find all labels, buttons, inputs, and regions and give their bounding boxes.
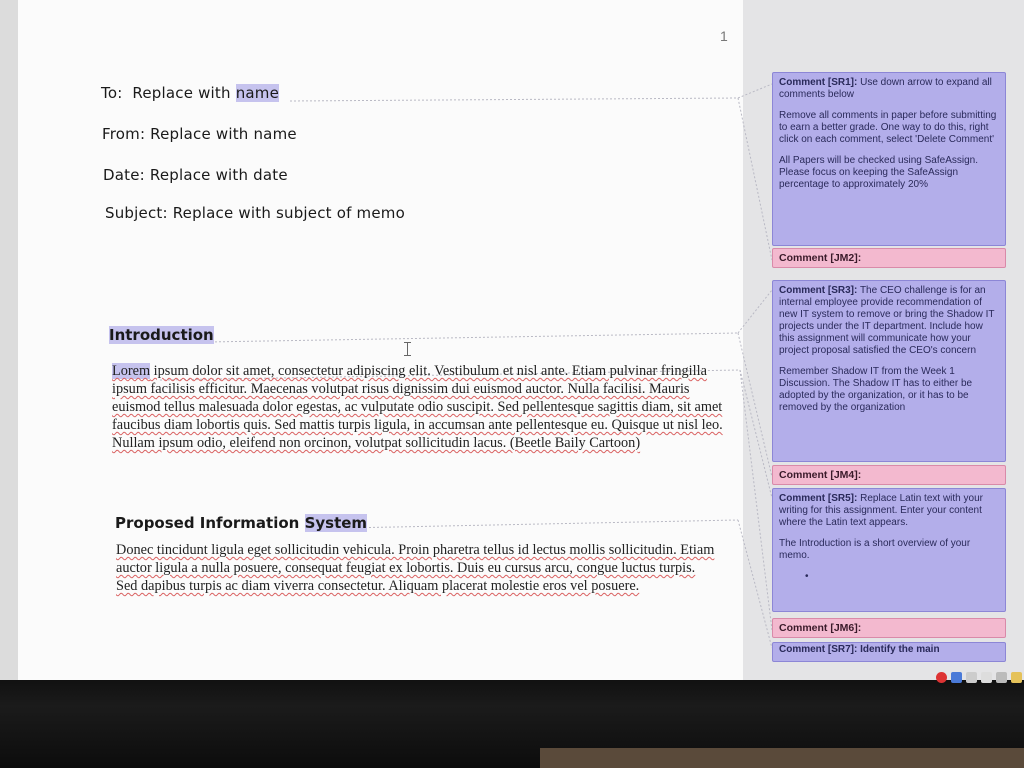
comment-label: Comment [SR7]: Identify the main [779, 644, 940, 655]
comment-jm6[interactable]: Comment [JM6]: [772, 618, 1006, 638]
connector-sr3 [206, 332, 739, 343]
comment-label: Comment [JM2]: [779, 252, 862, 264]
memo-to-prefix: Replace with [132, 84, 231, 102]
tray-icon-volume[interactable] [996, 672, 1007, 683]
comment-label: Comment [SR3]: [779, 285, 858, 296]
comment-label: Comment [JM4]: [779, 469, 862, 481]
page-number: 1 [720, 28, 728, 44]
text-cursor-icon [404, 342, 414, 356]
desk-surface [540, 748, 1024, 768]
comment-jm2[interactable]: Comment [JM2]: [772, 248, 1006, 268]
comment-label: Comment [JM6]: [779, 622, 862, 634]
introduction-heading[interactable]: Introduction [109, 326, 214, 344]
proposed-text: Donec tincidunt ligula eget sollicitudin… [116, 542, 715, 594]
comment-text: All Papers will be checked using SafeAss… [779, 155, 978, 190]
tray-icon-network[interactable] [981, 672, 992, 683]
memo-subject-line[interactable]: Subject: Replace with subject of memo [105, 204, 405, 222]
tray-icon-red[interactable] [936, 672, 947, 683]
introduction-first-word: Lorem [112, 363, 151, 379]
comment-text: Remember Shadow IT from the Week 1 Discu… [779, 366, 973, 413]
comment-sr1[interactable]: Comment [SR1]: Use down arrow to expand … [772, 72, 1006, 246]
memo-to-highlight[interactable]: name [235, 84, 280, 102]
connector-sr7 [344, 519, 739, 529]
comment-label: Comment [SR1]: [779, 77, 858, 88]
memo-from-line[interactable]: From: Replace with name [102, 125, 297, 143]
connector-sr1 [289, 97, 739, 102]
screen: 1 To: Replace with name From: Replace wi… [0, 0, 1024, 680]
comment-jm4[interactable]: Comment [JM4]: [772, 465, 1006, 485]
tray-icon-window[interactable] [966, 672, 977, 683]
memo-to-label: To: [101, 84, 123, 102]
comment-sr7[interactable]: Comment [SR7]: Identify the main [772, 642, 1006, 662]
proposed-system-paragraph[interactable]: Donec tincidunt ligula eget sollicitudin… [116, 541, 716, 595]
proposed-heading-highlight: System [304, 514, 368, 532]
comment-text: Remove all comments in paper before subm… [779, 110, 997, 145]
system-tray [936, 672, 1022, 683]
memo-to-line[interactable]: To: Replace with name [101, 84, 280, 102]
introduction-text: ipsum dolor sit amet, consectetur adipis… [112, 363, 723, 451]
comment-bullet: • [805, 571, 809, 582]
comment-text: The Introduction is a short overview of … [779, 538, 971, 561]
comment-sr5[interactable]: Comment [SR5]: Replace Latin text with y… [772, 488, 1006, 612]
memo-date-line[interactable]: Date: Replace with date [103, 166, 288, 184]
tray-icon-blue[interactable] [951, 672, 962, 683]
comment-label: Comment [SR5]: [779, 493, 858, 504]
proposed-heading-prefix: Proposed Information [115, 514, 300, 532]
introduction-paragraph[interactable]: Lorem ipsum dolor sit amet, consectetur … [112, 362, 732, 452]
proposed-system-heading[interactable]: Proposed Information System [115, 514, 368, 532]
tray-icon-battery[interactable] [1011, 672, 1022, 683]
comment-sr3[interactable]: Comment [SR3]: The CEO challenge is for … [772, 280, 1006, 462]
